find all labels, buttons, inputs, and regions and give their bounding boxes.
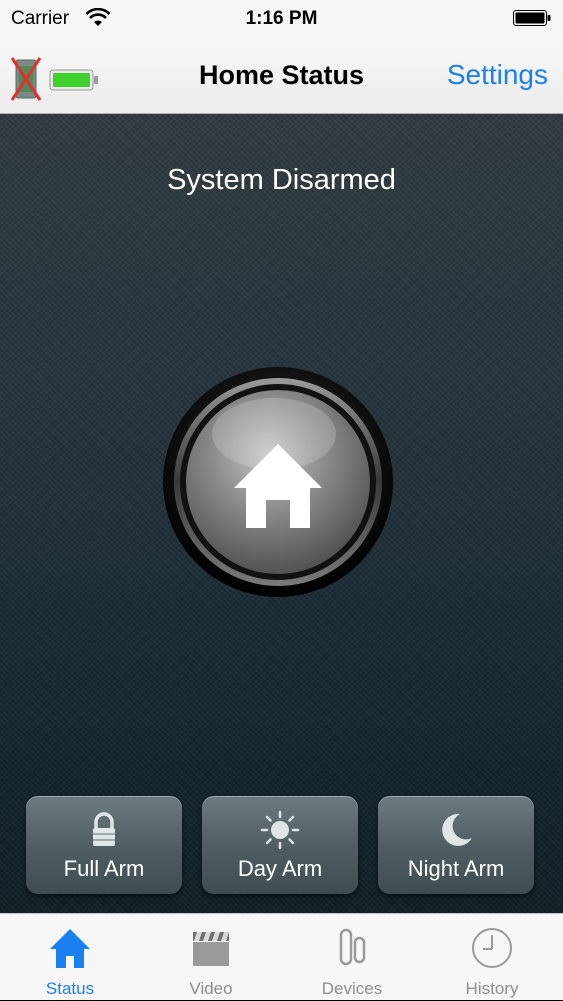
status-bar: Carrier 1:16 PM <box>0 0 563 37</box>
lock-icon <box>93 812 115 846</box>
nav-bar: Home Status Settings <box>0 37 563 114</box>
sun-icon <box>260 810 300 850</box>
tab-history[interactable]: History <box>422 914 562 1001</box>
battery-icon <box>513 10 551 26</box>
clock-time: 1:16 PM <box>245 8 318 29</box>
tab-video-label: Video <box>189 979 233 998</box>
tab-status[interactable]: Status <box>0 914 140 1001</box>
full-arm-button[interactable]: Full Arm <box>26 796 182 894</box>
full-arm-label: Full Arm <box>63 856 145 881</box>
arm-toggle-button[interactable] <box>162 366 394 598</box>
tab-bar: Status Video Devices History <box>0 913 563 1000</box>
day-arm-label: Day Arm <box>237 856 323 881</box>
moon-icon <box>442 813 472 846</box>
sensor-icon <box>339 928 366 966</box>
status-panel: System Disarmed Full Arm Day Arm Night A… <box>0 114 563 913</box>
night-arm-label: Night Arm <box>407 856 505 881</box>
clapperboard-icon <box>193 932 229 966</box>
tab-history-label: History <box>465 979 519 998</box>
day-arm-button[interactable]: Day Arm <box>202 796 358 894</box>
settings-button[interactable]: Settings <box>447 59 548 91</box>
tab-video[interactable]: Video <box>141 914 281 1001</box>
tab-status-label: Status <box>45 979 95 998</box>
night-arm-button[interactable]: Night Arm <box>378 796 534 894</box>
system-status-text: System Disarmed <box>167 164 396 196</box>
tab-devices-label: Devices <box>321 979 383 998</box>
clock-icon <box>472 928 512 968</box>
tab-devices[interactable]: Devices <box>282 914 422 1001</box>
home-icon <box>50 929 90 968</box>
